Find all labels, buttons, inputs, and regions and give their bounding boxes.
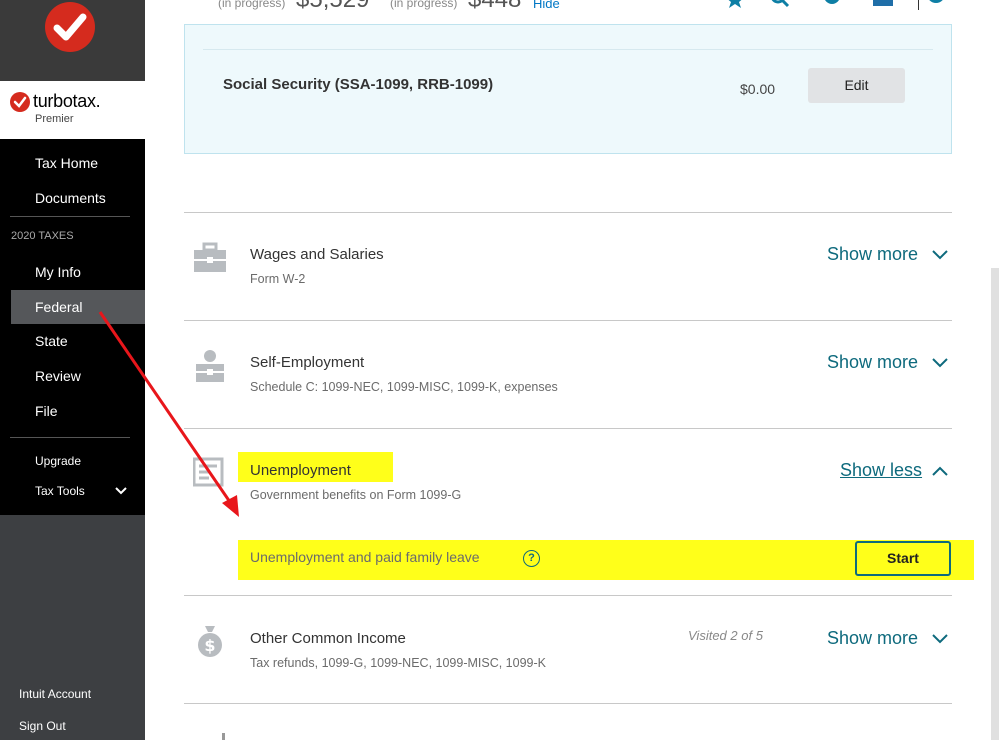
red-annotation-arrow-icon	[98, 311, 239, 517]
